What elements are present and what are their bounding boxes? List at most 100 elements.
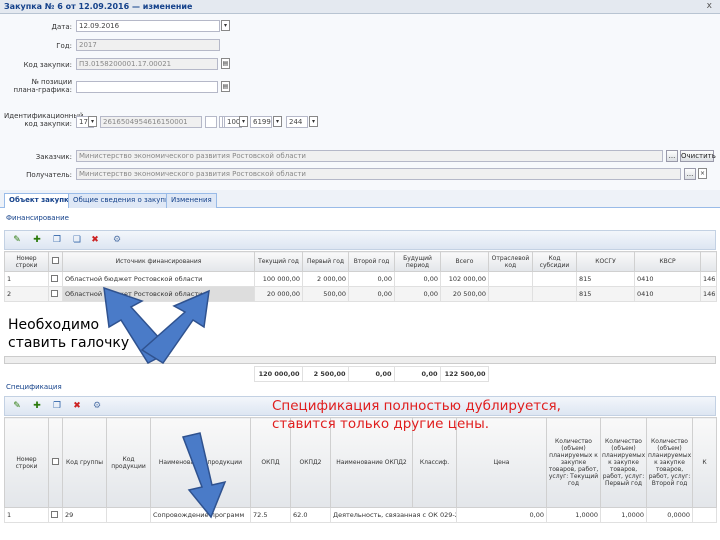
totals-spacer: [4, 367, 254, 382]
ikz-part-11-dropdown-icon[interactable]: ▾: [309, 116, 318, 127]
ikz-part-9[interactable]: 6199: [250, 116, 272, 128]
fin-col-first-year[interactable]: Первый год: [302, 251, 349, 272]
row-check-cell[interactable]: [48, 286, 63, 302]
plan-position-lookup-icon[interactable]: ▤: [221, 81, 230, 92]
spec-add-row-icon[interactable]: ✚: [31, 400, 43, 412]
spec-copy-icon[interactable]: ❐: [51, 400, 63, 412]
ikz-year-dropdown-icon[interactable]: ▾: [88, 116, 97, 127]
purchase-code-lookup-icon[interactable]: ▤: [221, 58, 230, 69]
tab-bar: Объект закупки Общие сведения о закупке …: [0, 190, 720, 208]
financing-horizontal-scrollbar[interactable]: [4, 356, 716, 364]
first-year-cell: 500,00: [302, 286, 349, 302]
spec-row-check-cell[interactable]: [48, 507, 63, 523]
fin-col-kosgu[interactable]: КОСГУ: [576, 251, 635, 272]
spec-row-checkbox[interactable]: [51, 510, 58, 518]
ikz-part-3[interactable]: [205, 116, 217, 128]
financing-totals-row: 120 000,00 2 500,00 0,00 0,00 122 500,00: [4, 366, 716, 382]
fin-col-more: [700, 251, 717, 272]
row-checkbox[interactable]: [51, 274, 58, 282]
spec-col-product-code[interactable]: Код продукции: [106, 417, 151, 508]
kosgu-cell: 815: [576, 271, 635, 287]
ikz-part-9-dropdown-icon[interactable]: ▾: [273, 116, 282, 127]
spec-edit-icon[interactable]: ✎: [11, 400, 23, 412]
tab-changes[interactable]: Изменения: [166, 193, 217, 208]
spec-price-cell: 0,00: [456, 507, 547, 523]
fin-col-kvsr[interactable]: КВСР: [634, 251, 701, 272]
extra-cell: 146: [700, 286, 717, 302]
row-checkbox[interactable]: [51, 289, 58, 297]
date-label: Дата:: [51, 23, 72, 31]
table-row[interactable]: 1 29 Сопровождение программ 72.5 62.0 Де…: [4, 507, 717, 523]
spec-select-all-checkbox[interactable]: [52, 458, 59, 465]
annotation-checkbox-note: Необходимо ставить галочку: [8, 316, 148, 352]
table-row[interactable]: 2 Областной бюджет Ростовской области 20…: [4, 286, 717, 302]
total-current-year: 120 000,00: [253, 366, 303, 382]
spec-col-qty-first[interactable]: Количество (объем) планируемых к закупке…: [600, 417, 647, 508]
date-field[interactable]: 12.09.2016: [76, 20, 220, 32]
row-number: 2: [4, 286, 49, 302]
spec-col-check[interactable]: [48, 417, 63, 508]
fin-col-future[interactable]: Будущий период: [394, 251, 441, 272]
future-cell: 0,00: [394, 286, 441, 302]
customer-clear-button[interactable]: Очистить: [680, 150, 716, 162]
spec-okpd2-name-cell: Деятельность, связанная с ОК 029-2: [330, 507, 457, 523]
table-row[interactable]: 1 Областной бюджет Ростовской области 10…: [4, 271, 717, 287]
fin-col-source[interactable]: Источник финансирования: [62, 251, 255, 272]
financing-toolbar: ✎ ✚ ❐ ❏ ✖ ⚙: [4, 230, 716, 250]
total-second-year: 0,00: [347, 366, 395, 382]
delete-row-icon[interactable]: ✖: [89, 234, 101, 246]
subsidy-code-cell: [532, 286, 577, 302]
ikz-part-6-dropdown-icon[interactable]: ▾: [239, 116, 248, 127]
spec-okpd2-cell: 62.0: [290, 507, 331, 523]
settings-gear-icon[interactable]: ⚙: [111, 234, 123, 246]
source-cell: Областной бюджет Ростовской области: [62, 271, 255, 287]
current-year-cell: 100 000,00: [254, 271, 303, 287]
copy-icon[interactable]: ❐: [51, 234, 63, 246]
spec-col-qty-second[interactable]: Количество (объем) планируемых к закупке…: [646, 417, 693, 508]
add-row-icon[interactable]: ✚: [31, 234, 43, 246]
recipient-select-button[interactable]: ...: [684, 168, 696, 180]
first-year-cell: 2 000,00: [302, 271, 349, 287]
spec-name-cell: Сопровождение программ: [150, 507, 251, 523]
spec-delete-row-icon[interactable]: ✖: [71, 400, 83, 412]
branch-code-cell: [488, 286, 533, 302]
paste-icon[interactable]: ❏: [71, 234, 83, 246]
ikz-customer-code-field: 2616504954616150001: [100, 116, 202, 128]
purchase-code-label: Код закупки:: [23, 61, 72, 69]
source-cell: Областной бюджет Ростовской области: [62, 286, 255, 302]
edit-icon[interactable]: ✎: [11, 234, 23, 246]
fin-col-current-year[interactable]: Текущий год: [254, 251, 303, 272]
total-future: 0,00: [393, 366, 441, 382]
spec-col-more[interactable]: К: [692, 417, 717, 508]
future-cell: 0,00: [394, 271, 441, 287]
tab-general-info[interactable]: Общие сведения о закупке: [68, 193, 179, 208]
annotation-spec-note: Спецификация полностью дублируется, став…: [272, 398, 561, 432]
calendar-icon[interactable]: ▾: [221, 20, 230, 31]
total-first-year: 2 500,00: [301, 366, 349, 382]
select-all-checkbox[interactable]: [52, 257, 59, 264]
row-check-cell[interactable]: [48, 271, 63, 287]
plan-position-field[interactable]: [76, 81, 218, 93]
kosgu-cell: 815: [576, 286, 635, 302]
ikz-label: Идентификационный код закупки:: [4, 112, 84, 128]
total-all: 122 500,00: [439, 366, 489, 382]
recipient-label: Получатель:: [26, 171, 72, 179]
fin-col-total[interactable]: Всего: [440, 251, 489, 272]
close-icon[interactable]: x: [707, 1, 712, 11]
spec-prod-code-cell: [106, 507, 151, 523]
fin-col-subsidy-code[interactable]: Код субсидии: [532, 251, 577, 272]
fin-col-row-number[interactable]: Номер строки: [4, 251, 49, 272]
ikz-part-11[interactable]: 244: [286, 116, 308, 128]
customer-select-button[interactable]: ...: [666, 150, 678, 162]
spec-col-product-name[interactable]: Наименование продукции: [150, 417, 251, 508]
financing-table: Номер строки Источник финансирования Тек…: [4, 251, 717, 302]
recipient-clear-icon[interactable]: ×: [698, 168, 707, 179]
fin-col-second-year[interactable]: Второй год: [348, 251, 395, 272]
branch-code-cell: [488, 271, 533, 287]
spec-col-row-number[interactable]: Номер строки: [4, 417, 49, 508]
fin-col-branch-code[interactable]: Отраслевой код: [488, 251, 533, 272]
fin-col-check[interactable]: [48, 251, 63, 272]
spec-settings-gear-icon[interactable]: ⚙: [91, 400, 103, 412]
spec-col-group-code[interactable]: Код группы: [62, 417, 107, 508]
spec-more-cell: [692, 507, 717, 523]
